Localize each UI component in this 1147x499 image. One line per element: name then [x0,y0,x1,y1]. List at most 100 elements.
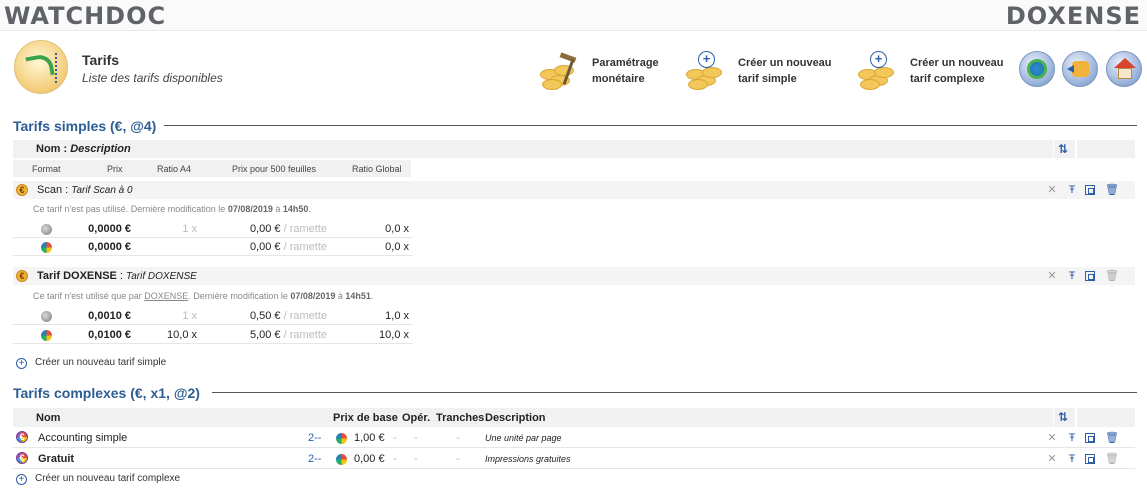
page-title: Tarifs [82,52,120,68]
settings-edit-icon[interactable]: Ŧ [1065,183,1079,197]
create-complex-label-1: Créer un nouveau [910,57,1004,69]
back-button[interactable] [1062,51,1098,87]
ratio-global-value: 0,0 x [385,223,409,235]
price-500-value: 0,00 € / ramette [249,223,327,235]
color-ink-icon [41,330,52,341]
color-ink-icon [336,454,347,465]
home-icon [1114,58,1136,68]
ratio-global-value: 0,0 x [385,241,409,253]
tariff-count: 2-- [308,453,322,465]
simple-table-header: Nom : Description [13,140,1053,158]
price-value: 0,0010 € [88,310,131,322]
tranches-value: - [456,453,460,465]
operator-value-2: - [414,453,418,465]
refresh-button[interactable] [1019,51,1055,87]
doxense-link[interactable]: DOXENSE [144,291,188,301]
tranches-value: - [456,432,460,444]
back-arrow-icon [1067,61,1089,77]
price-row-color: 0,0100 € 10,0 x 5,00 € / ramette 10,0 x [13,326,413,344]
euro-icon: € [16,270,28,282]
complex-table-header: Nom Prix de base Opér. Tranches Descript… [13,408,1053,427]
refresh-icon [1027,59,1047,79]
duplicate-icon[interactable] [1085,271,1095,281]
base-price-value: 1,00 € [354,432,385,444]
column-tranches: Tranches [436,412,485,424]
settings-edit-icon[interactable]: Ŧ [1065,431,1079,445]
close-icon[interactable]: ✕ [1045,452,1059,466]
create-simple-tariff-button[interactable]: + Créer un nouveau tarif simple [684,45,834,95]
tariff-name: Scan [37,184,63,196]
duplicate-icon[interactable] [1085,454,1095,464]
price-value: 0,0000 € [88,223,131,235]
price-500-value: 5,00 € / ramette [249,329,327,341]
duplicate-icon[interactable] [1085,185,1095,195]
home-button[interactable] [1106,51,1142,87]
add-icon: + [16,474,27,485]
trash-icon[interactable]: 🗑 [1105,183,1119,197]
column-format: Format [32,164,61,174]
monetary-settings-label-2: monétaire [592,73,645,85]
ratio-global-value: 1,0 x [385,310,409,322]
coins-tools-icon [538,51,580,90]
euro-multi-icon: € [16,452,28,464]
ratio-a4-value: 1 x [182,310,197,322]
euro-multi-icon: € [16,431,28,443]
page-header: Tarifs Liste des tarifs disponibles Para… [0,31,1147,106]
tariff-count: 2-- [308,432,322,444]
ratio-a4-value: 10,0 x [167,329,197,341]
simple-tariffs-title: Tarifs simples (€, @4) [13,118,157,134]
settings-edit-icon[interactable]: Ŧ [1065,269,1079,283]
tariff-usage-note: Ce tarif n'est utilisé que par DOXENSE. … [33,291,374,301]
column-name: Nom [36,412,61,424]
base-price-value: 0,00 € [354,453,385,465]
price-value: 0,0000 € [88,241,131,253]
tariff-description: Impressions gratuites [485,454,571,464]
coins-add-icon: + [856,51,898,90]
header-description-label: Description [70,143,131,155]
ratio-a4-value: 1 x [182,223,197,235]
tariff-row-doxense[interactable]: € Tarif DOXENSE : Tarif DOXENSE ✕ Ŧ 🗑 [13,267,1135,285]
price-row-mono: 0,0010 € 1 x 0,50 € / ramette 1,0 x [13,307,413,325]
section-divider [164,125,1137,126]
watchdoc-logo: WATCHDOC [4,2,167,30]
tariff-description: Une unité par page [485,433,562,443]
color-ink-icon [336,433,347,444]
duplicate-icon[interactable] [1085,433,1095,443]
black-ink-icon [41,224,52,235]
column-ratio-a4: Ratio A4 [157,164,192,174]
color-ink-icon [41,242,52,253]
trash-icon[interactable]: 🗑 [1105,452,1119,466]
price-500-value: 0,50 € / ramette [249,310,327,322]
price-row-mono: 0,0000 € 1 x 0,00 € / ramette 0,0 x [13,220,413,238]
price-value: 0,0100 € [88,329,131,341]
settings-edit-icon[interactable]: Ŧ [1065,452,1079,466]
tariff-usage-note: Ce tarif n'est pas utilisé. Dernière mod… [33,204,311,214]
create-simple-tariff-link[interactable]: + Créer un nouveau tarif simple [16,357,166,369]
header-name-label: Nom [36,143,61,155]
tariff-name: Accounting simple [38,432,128,444]
tariff-name: Gratuit [38,453,75,465]
create-complex-tariff-button[interactable]: + Créer un nouveau tarif complexe [856,45,1006,95]
close-icon[interactable]: ✕ [1045,269,1059,283]
column-price: Prix [107,164,123,174]
tariff-description: Tarif Scan à 0 [71,185,133,196]
column-operator: Opér. [402,412,431,424]
column-base-price: Prix de base [333,412,398,424]
monetary-settings-label-1: Paramétrage [592,57,659,69]
trash-icon[interactable]: 🗑 [1105,269,1119,283]
complex-tariff-row[interactable]: € Accounting simple 2-- 1,00 € - - - Une… [13,428,1135,448]
tariff-row-scan[interactable]: € Scan : Tarif Scan à 0 ✕ Ŧ 🗑 [13,181,1135,199]
column-price-500: Prix pour 500 feuilles [232,164,317,174]
sync-icon[interactable]: ⇅ [1058,142,1068,156]
monetary-settings-button[interactable]: Paramétrage monétaire [538,45,668,95]
tariff-name: Tarif DOXENSE [37,270,117,282]
close-icon[interactable]: ✕ [1045,431,1059,445]
column-description: Description [485,412,546,424]
complex-tariff-row[interactable]: € Gratuit 2-- 0,00 € - - - Impressions g… [13,449,1135,469]
close-icon[interactable]: ✕ [1045,183,1059,197]
trash-icon[interactable]: 🗑 [1105,431,1119,445]
sync-icon[interactable]: ⇅ [1058,410,1068,424]
tariffs-page-icon [14,40,68,94]
create-complex-tariff-link[interactable]: + Créer un nouveau tarif complexe [16,473,180,485]
operator-value: - [393,453,397,465]
